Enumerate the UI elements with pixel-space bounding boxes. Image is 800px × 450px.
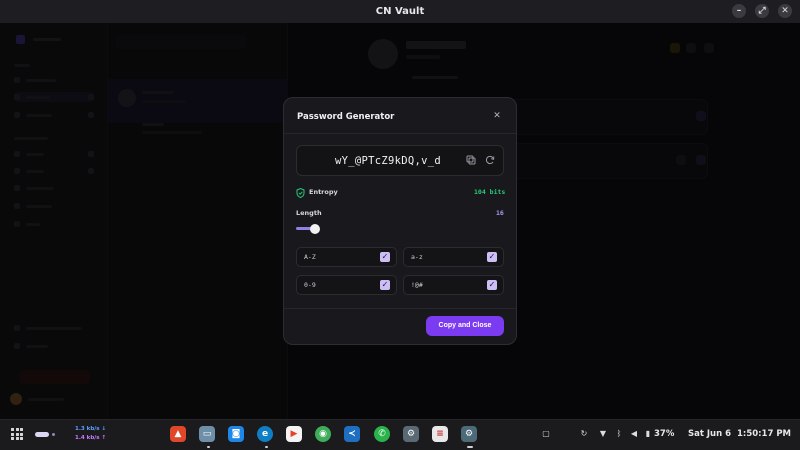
battery-icon[interactable]: ▮	[643, 429, 653, 439]
cn-vault-icon[interactable]: ⚙	[461, 426, 477, 442]
vscode-icon[interactable]: ≺	[344, 426, 360, 442]
length-value: 16	[496, 209, 504, 217]
option-uppercase[interactable]: A-Z ✓	[296, 247, 397, 267]
length-slider-thumb[interactable]	[310, 223, 320, 234]
clock[interactable]: 1:50:17 PM	[737, 429, 791, 439]
option-label: !@#	[411, 281, 423, 289]
running-indicator-active	[467, 446, 473, 448]
entropy-label: Entropy	[309, 188, 338, 196]
option-label: A-Z	[304, 253, 316, 261]
refresh-icon[interactable]: ↻	[579, 429, 589, 439]
checkbox-checked-icon[interactable]: ✓	[380, 252, 390, 262]
window-titlebar: CN Vault – ⤢ ✕	[0, 0, 800, 23]
option-symbols[interactable]: !@# ✓	[403, 275, 504, 295]
network-download-rate: 1.3 kb/s ↓	[75, 426, 107, 432]
settings-icon[interactable]: ⚙	[403, 426, 419, 442]
files-icon[interactable]: ▭	[199, 426, 215, 442]
whatsapp-icon[interactable]: ✆	[374, 426, 390, 442]
dialog-header: Password Generator ✕	[284, 98, 516, 134]
battery-percentage: 37%	[654, 429, 675, 439]
copy-and-close-button[interactable]: Copy and Close	[426, 316, 504, 336]
generated-password: wY_@PTcZ9kDQ,v_d	[335, 155, 441, 167]
running-indicator	[265, 446, 268, 448]
option-lowercase[interactable]: a-z ✓	[403, 247, 504, 267]
date[interactable]: Sat Jun 6	[688, 429, 731, 439]
volume-icon[interactable]: ◀	[629, 429, 639, 439]
checkbox-checked-icon[interactable]: ✓	[487, 280, 497, 290]
dialog-title: Password Generator	[297, 112, 395, 122]
workspace-indicator[interactable]	[35, 432, 49, 437]
option-label: a-z	[411, 253, 423, 261]
option-label: 0-9	[304, 281, 316, 289]
workspace-dot[interactable]	[52, 433, 55, 436]
window-title: CN Vault	[375, 6, 425, 17]
edge-icon[interactable]: e	[257, 426, 273, 442]
wifi-icon[interactable]: ▼	[598, 429, 608, 439]
close-icon[interactable]: ✕	[492, 111, 502, 121]
store-icon[interactable]: ◙	[228, 426, 244, 442]
screenshot-icon[interactable]: ▢	[541, 429, 551, 439]
restore-icon[interactable]: ⤢	[755, 4, 769, 18]
entropy-value: 104 bits	[474, 188, 506, 196]
minimize-icon[interactable]: –	[732, 4, 746, 18]
brave-icon[interactable]: ▲	[170, 426, 186, 442]
generated-password-box: wY_@PTcZ9kDQ,v_d	[296, 145, 504, 176]
shield-icon	[296, 188, 305, 198]
length-label: Length	[296, 209, 322, 217]
checkbox-checked-icon[interactable]: ✓	[380, 280, 390, 290]
dialog-footer-divider	[284, 308, 516, 309]
running-indicator	[207, 446, 210, 448]
copy-icon[interactable]	[465, 155, 477, 167]
play-store-icon[interactable]: ▶	[286, 426, 302, 442]
close-icon[interactable]: ✕	[778, 4, 792, 18]
bluetooth-icon[interactable]: ᛒ	[614, 429, 624, 439]
refresh-icon[interactable]	[484, 155, 496, 167]
document-icon[interactable]: ≡	[432, 426, 448, 442]
option-digits[interactable]: 0-9 ✓	[296, 275, 397, 295]
taskbar: 1.3 kb/s ↓ 1.4 kb/s ↑ ▲ ▭ ◙ e ▶ ◉ ≺ ✆ ⚙ …	[0, 419, 800, 450]
android-icon[interactable]: ◉	[315, 426, 331, 442]
checkbox-checked-icon[interactable]: ✓	[487, 252, 497, 262]
desktop-screen: CN Vault – ⤢ ✕ Password Generator ✕ wY_@…	[0, 0, 800, 450]
app-launcher-icon[interactable]	[11, 428, 23, 440]
network-upload-rate: 1.4 kb/s ↑	[75, 435, 107, 441]
